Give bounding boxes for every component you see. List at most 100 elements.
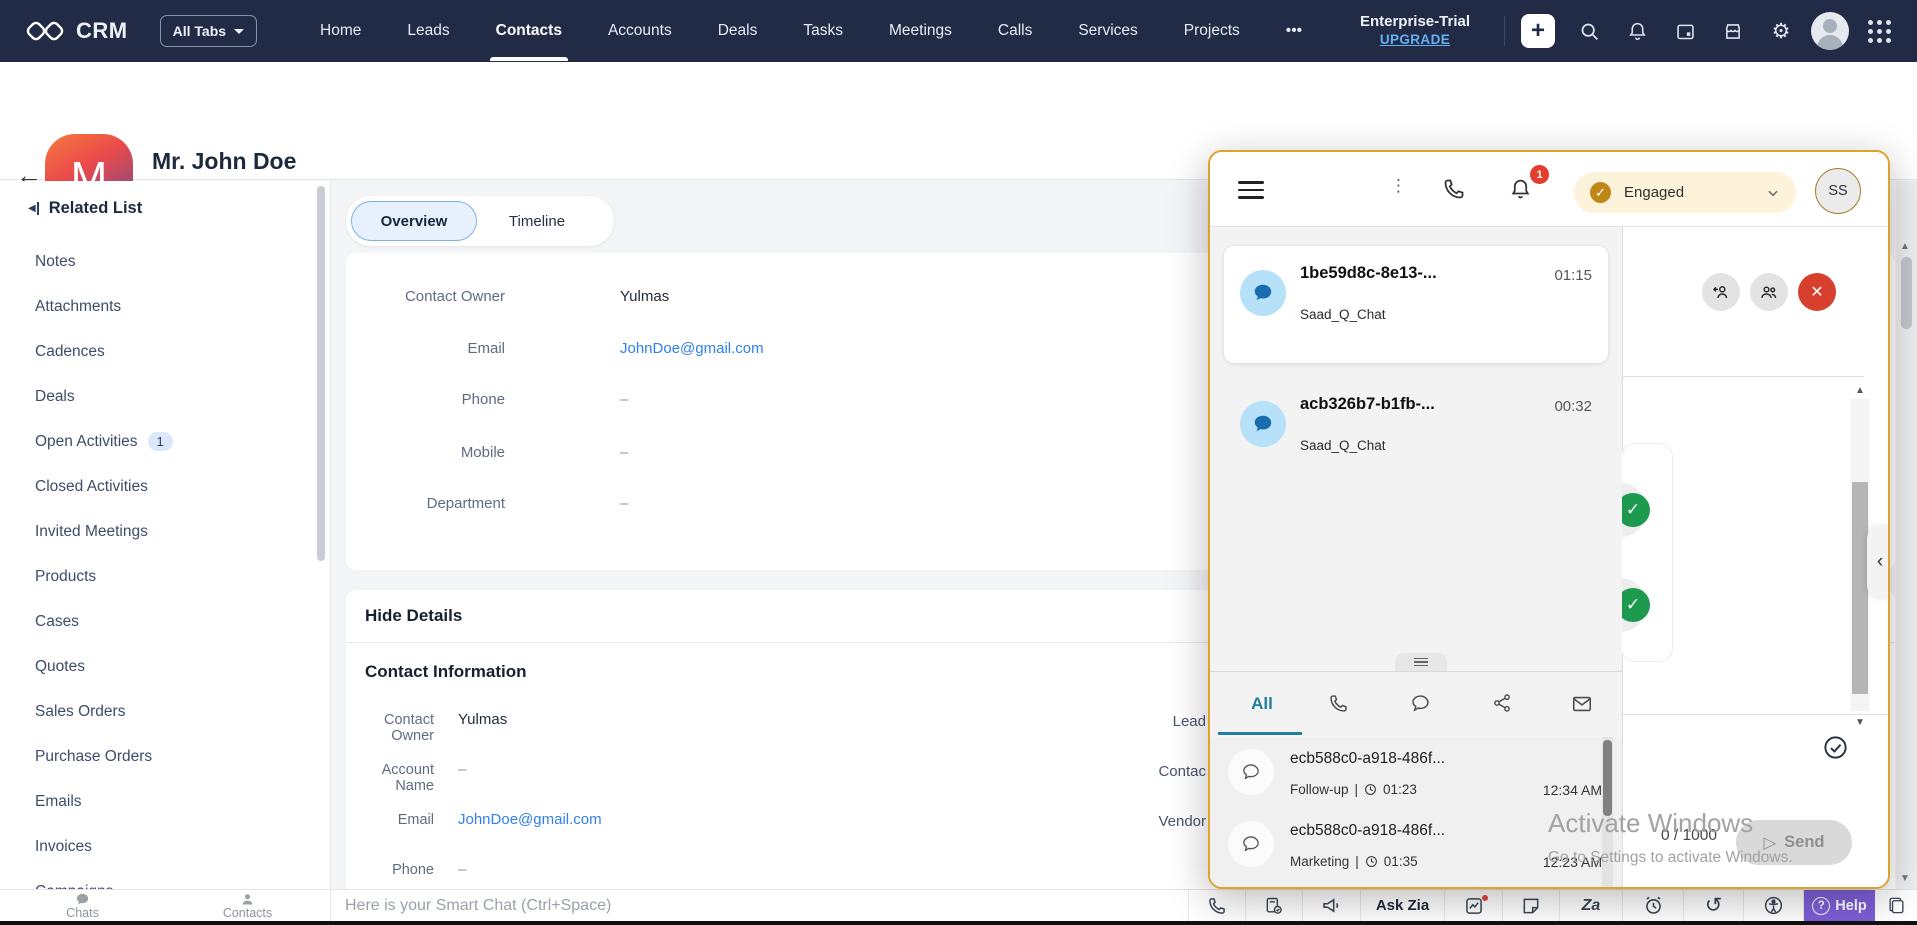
nav-item-accounts[interactable]: Accounts	[608, 1, 672, 61]
brand-name: CRM	[76, 18, 128, 44]
tab-all[interactable]: All	[1222, 672, 1302, 735]
contacts-tab[interactable]: Contacts	[165, 890, 330, 921]
nav-item-contacts[interactable]: Contacts	[496, 1, 562, 61]
sidebar-item-deals[interactable]: Deals	[0, 374, 330, 419]
user-avatar[interactable]	[1811, 12, 1849, 50]
hide-details-toggle[interactable]: Hide Details	[365, 606, 462, 626]
sidebar-item-invited-meetings[interactable]: Invited Meetings	[0, 509, 330, 554]
collapse-sidebar-icon[interactable]: ◀	[28, 202, 39, 215]
panel-drag-handle[interactable]	[1395, 653, 1447, 671]
sidebar-item-notes[interactable]: Notes	[0, 239, 330, 284]
tab-share-icon[interactable]	[1492, 693, 1512, 713]
nav-item-projects[interactable]: Projects	[1184, 1, 1240, 61]
dialer-phone-icon[interactable]	[1188, 890, 1245, 921]
scroll-down-icon[interactable]: ▼	[1900, 873, 1910, 884]
quick-create-button[interactable]: +	[1521, 14, 1555, 48]
copy-clipboard-icon[interactable]	[1875, 890, 1917, 921]
conversation-scrollbar-thumb[interactable]	[1603, 740, 1612, 816]
sidebar-scrollbar[interactable]	[317, 186, 325, 561]
nav-item-deals[interactable]: Deals	[718, 1, 758, 61]
active-tab-underline	[1218, 732, 1302, 735]
chat-session-item[interactable]: acb326b7-b1fb-... 00:32 Saad_Q_Chat	[1224, 377, 1608, 489]
marketplace-icon[interactable]	[1709, 11, 1757, 51]
email-link[interactable]: JohnDoe@gmail.com	[620, 340, 764, 357]
nav-item-tasks[interactable]: Tasks	[803, 1, 843, 61]
mark-complete-icon[interactable]	[1822, 734, 1849, 761]
notifications-bell-icon[interactable]	[1508, 177, 1533, 202]
notification-count-badge: 1	[1530, 165, 1549, 184]
collapse-panel-tab[interactable]: ‹	[1867, 525, 1890, 599]
group-chat-icon[interactable]	[1750, 273, 1788, 311]
tab-timeline[interactable]: Timeline	[477, 201, 597, 241]
sidebar-item-attachments[interactable]: Attachments	[0, 284, 330, 329]
tab-calls-phone-icon[interactable]	[1328, 693, 1349, 714]
accessibility-icon[interactable]	[1743, 890, 1803, 921]
sidebar-item-open-activities[interactable]: Open Activities 1	[0, 419, 330, 464]
history-icon[interactable]: ↺	[1683, 890, 1743, 921]
quotes-doc-icon[interactable]	[1245, 890, 1302, 921]
chat-session-item[interactable]: 1be59d8c-8e13-... 01:15 Saad_Q_Chat	[1224, 246, 1608, 363]
apps-grid-icon[interactable]	[1855, 11, 1903, 51]
sidebar-item-emails[interactable]: Emails	[0, 779, 330, 824]
conversation-item[interactable]: ecb588c0-a918-486f... Follow-up | 01:23 …	[1210, 749, 1622, 819]
notes-label-icon[interactable]	[1502, 890, 1559, 921]
tab-mail-icon[interactable]	[1571, 693, 1593, 715]
conversation-time: 12:34 AM	[1532, 782, 1602, 798]
sidebar-item-cadences[interactable]: Cadences	[0, 329, 330, 374]
zia-insights-chart-icon[interactable]	[1444, 890, 1502, 921]
search-icon[interactable]	[1565, 11, 1613, 51]
clock-icon	[1364, 783, 1377, 796]
tab-chats-bubble-icon[interactable]	[1410, 693, 1431, 714]
zia-signature-icon[interactable]: Za	[1559, 890, 1622, 921]
kebab-menu-icon[interactable]: ⋮	[1390, 176, 1407, 196]
help-button[interactable]: ? Help	[1803, 890, 1875, 921]
nav-item-home[interactable]: Home	[320, 1, 361, 61]
smart-chat-input[interactable]: Here is your Smart Chat (Ctrl+Space)	[330, 890, 1188, 921]
scroll-up-icon[interactable]: ▲	[1855, 385, 1865, 396]
page-scrollbar-thumb[interactable]	[1901, 257, 1912, 329]
email-link[interactable]: JohnDoe@gmail.com	[458, 811, 602, 828]
menu-icon[interactable]	[1238, 181, 1264, 204]
scroll-down-icon[interactable]: ▼	[1855, 717, 1865, 728]
status-check-icon: ✓	[1590, 182, 1611, 203]
nav-item-meetings[interactable]: Meetings	[889, 1, 952, 61]
page-scrollbar[interactable]: ▲ ▼	[1896, 181, 1917, 921]
transfer-chat-icon[interactable]	[1702, 273, 1740, 311]
scroll-up-icon[interactable]: ▲	[1900, 241, 1910, 252]
phone-icon[interactable]	[1442, 177, 1466, 201]
sidebar-item-invoices[interactable]: Invoices	[0, 824, 330, 869]
conversation-scrollbar[interactable]	[1602, 737, 1613, 887]
nav-more-button[interactable]: •••	[1286, 1, 1302, 61]
sidebar-item-closed-activities[interactable]: Closed Activities	[0, 464, 330, 509]
ask-zia-button[interactable]: Ask Zia	[1360, 890, 1444, 921]
send-button[interactable]: ▷ Send	[1736, 820, 1852, 865]
sidebar-item-campaigns[interactable]: Campaigns	[0, 869, 330, 889]
agent-avatar[interactable]: SS	[1815, 168, 1861, 214]
sidebar-item-sales-orders[interactable]: Sales Orders	[0, 689, 330, 734]
sidebar-item-quotes[interactable]: Quotes	[0, 644, 330, 689]
nav-item-services[interactable]: Services	[1078, 1, 1137, 61]
end-chat-close-icon[interactable]: ✕	[1798, 273, 1836, 311]
calendar-icon[interactable]	[1661, 11, 1709, 51]
related-list-title-row: ◀ Related List	[28, 199, 142, 218]
all-tabs-dropdown[interactable]: All Tabs	[160, 15, 257, 47]
chat-scrollbar-thumb[interactable]	[1852, 482, 1868, 694]
sidebar-item-purchase-orders[interactable]: Purchase Orders	[0, 734, 330, 779]
agent-status-dropdown[interactable]: ✓ Engaged	[1574, 172, 1796, 213]
conversation-filter-tabs: All	[1210, 671, 1622, 737]
nav-item-calls[interactable]: Calls	[998, 1, 1032, 61]
related-list-title: Related List	[49, 199, 143, 218]
upgrade-link[interactable]: UPGRADE	[1360, 32, 1470, 49]
status-label: Engaged	[1624, 184, 1766, 201]
sidebar-item-cases[interactable]: Cases	[0, 599, 330, 644]
bell-icon[interactable]	[1613, 11, 1661, 51]
session-channel: Saad_Q_Chat	[1300, 307, 1386, 322]
sidebar-item-products[interactable]: Products	[0, 554, 330, 599]
chats-tab[interactable]: Chats	[0, 890, 165, 921]
conversation-item[interactable]: ecb588c0-a918-486f... Marketing | 01:35 …	[1210, 821, 1622, 889]
settings-gear-icon[interactable]: ⚙	[1757, 11, 1805, 51]
announcements-megaphone-icon[interactable]	[1302, 890, 1360, 921]
nav-item-leads[interactable]: Leads	[407, 1, 449, 61]
reminders-alarm-icon[interactable]	[1622, 890, 1683, 921]
tab-overview[interactable]: Overview	[351, 201, 477, 241]
